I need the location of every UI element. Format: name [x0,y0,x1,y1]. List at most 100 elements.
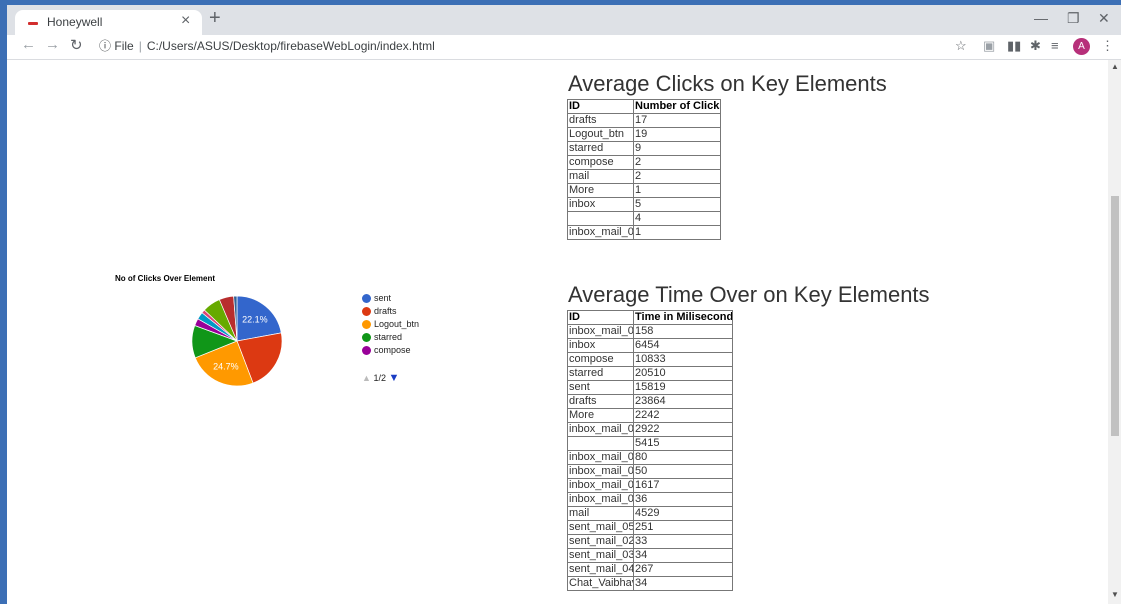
table-row: inbox_mail_01 1 [567,225,721,240]
table-cell: sent_mail_03 [567,548,634,563]
scroll-thumb[interactable] [1111,196,1119,436]
table-cell: inbox_mail_08 [567,492,634,507]
tab-title: Honeywell [47,15,103,29]
table-cell: 9 [633,141,721,156]
table-row: mail 4529 [567,506,733,521]
table-cell: inbox_mail_01 [567,478,634,493]
table-cell: 19 [633,127,721,142]
table-cell: More [567,408,634,423]
table-row: sent_mail_04 267 [567,562,733,577]
scroll-down-icon[interactable]: ▼ [1111,590,1119,599]
table-cell: drafts [567,113,634,128]
table-row: 5415 [567,436,733,451]
column-header: ID [567,310,634,325]
table-row: starred 9 [567,141,721,156]
table-cell: 33 [633,534,733,549]
toolbar: ← → ↻ ⓘ File | C:/Users/ASUS/Desktop/fireb… [7,35,1121,60]
table-cell: mail [567,506,634,521]
table-cell: 5 [633,197,721,212]
menu-icon[interactable]: ⋮ [1101,38,1114,54]
media-queue-icon[interactable]: ≡ [1051,38,1059,53]
page-scrollbar[interactable]: ▲ ▼ [1108,60,1121,604]
table-cell: 20510 [633,366,733,381]
table-cell: 2 [633,169,721,184]
table-row: inbox_mail_07 50 [567,464,733,479]
table-cell: mail [567,169,634,184]
table-row: 4 [567,211,721,226]
close-window-icon[interactable]: ✕ [1098,10,1110,27]
legend-item-compose[interactable]: compose [362,344,419,357]
legend-label: drafts [374,306,397,316]
reload-icon[interactable]: ↻ [70,36,83,54]
reading-icon[interactable]: ▮▮ [1007,38,1021,54]
column-header: Number of Clicks [633,99,721,114]
extension-icon[interactable]: ▣ [983,38,995,54]
legend-item-starred[interactable]: starred [362,331,419,344]
table-cell: 36 [633,492,733,507]
table-row: Chat_Vaibhav 34 [567,576,733,591]
legend-label: Logout_btn [374,319,420,329]
column-header: Time in Miliseconds [633,310,733,325]
page-content: Average Clicks on Key Elements ID Number … [7,60,1108,604]
table-cell: compose [567,352,634,367]
legend-item-sent[interactable]: sent [362,292,419,305]
table-cell: 2242 [633,408,733,423]
scroll-up-icon[interactable]: ▲ [1111,62,1119,71]
forward-icon[interactable]: → [45,36,60,53]
table-cell: sent_mail_02 [567,534,634,549]
extensions-puzzle-icon[interactable]: ✱ [1030,38,1041,54]
table-row: starred 20510 [567,366,733,381]
legend-swatch [362,333,371,342]
table-row: More 1 [567,183,721,198]
clicks-heading: Average Clicks on Key Elements [568,71,887,96]
table-cell [567,211,634,226]
table-cell: 5415 [633,436,733,451]
table-cell: 267 [633,562,733,577]
table-cell: inbox [567,338,634,353]
table-cell: 17 [633,113,721,128]
restore-icon[interactable]: ❐ [1067,10,1080,27]
table-row: sent_mail_05 251 [567,520,733,535]
minimize-icon[interactable]: — [1034,10,1048,26]
header-row: ID Time in Miliseconds [567,310,733,325]
legend-prev-icon[interactable]: ▲ [362,373,371,383]
new-tab-button[interactable]: + [209,7,221,30]
legend-swatch [362,294,371,303]
table-cell: sent [567,380,634,395]
table-row: sent_mail_03 34 [567,548,733,563]
table-cell: 2 [633,155,721,170]
table-row: drafts 17 [567,113,721,128]
pie-chart: 22.1% 24.7% [191,295,283,387]
time-heading: Average Time Over on Key Elements [568,282,930,307]
time-table: ID Time in Miliseconds inbox_mail_03 158 inb… [567,310,733,591]
tab-bar: Honeywell × + — ❐ ✕ [7,5,1121,35]
honeywell-favicon-icon [28,22,38,25]
legend-swatch [362,346,371,355]
table-row: inbox_mail_03 158 [567,324,733,339]
table-cell: Logout_btn [567,127,634,142]
table-row: inbox 6454 [567,338,733,353]
file-label: File [114,39,134,53]
legend-item-logout_btn[interactable]: Logout_btn [362,318,419,331]
table-cell: inbox_mail_03 [567,324,634,339]
profile-avatar[interactable]: A [1073,38,1090,55]
table-cell: inbox_mail_01 [567,225,634,240]
bookmark-star-icon[interactable]: ☆ [955,38,967,54]
table-cell: 15819 [633,380,733,395]
legend-page-label: 1/2 [373,373,386,383]
legend-next-icon[interactable]: ▼ [388,372,399,384]
table-row: inbox_mail_01 1617 [567,478,733,493]
table-row: compose 10833 [567,352,733,367]
table-cell: starred [567,141,634,156]
address-bar[interactable]: ⓘ File | C:/Users/ASUS/Desktop/firebaseWeb… [99,37,435,54]
tab-honeywell[interactable]: Honeywell × [15,10,202,35]
legend-item-drafts[interactable]: drafts [362,305,419,318]
table-cell: Chat_Vaibhav [567,576,634,591]
back-icon[interactable]: ← [21,36,36,53]
table-cell: 2922 [633,422,733,437]
table-cell: 6454 [633,338,733,353]
table-cell: 4529 [633,506,733,521]
table-cell: inbox [567,197,634,212]
tab-close-icon[interactable]: × [181,12,190,30]
table-cell: More [567,183,634,198]
